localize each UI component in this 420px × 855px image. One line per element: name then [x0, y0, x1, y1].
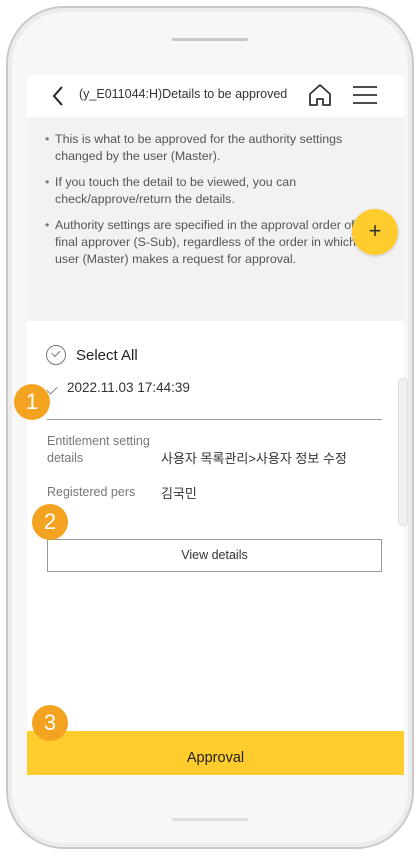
home-icon [309, 84, 331, 106]
entitlement-label: Entitlement setting details [47, 434, 150, 465]
notice-item: This is what to be approved for the auth… [45, 131, 390, 165]
page-title: (y_E011044:H)Details to be approved [79, 87, 288, 101]
add-fab-button[interactable]: + [352, 209, 398, 255]
select-all-label: Select All [76, 346, 138, 364]
scrollbar[interactable] [398, 378, 408, 526]
chevron-left-icon [52, 86, 63, 106]
app-screen: (y_E011044:H)Details to be approved This… [27, 75, 404, 775]
back-button[interactable] [49, 84, 69, 108]
approval-item-row[interactable]: 2022.11.03 17:44:39 [46, 380, 382, 420]
registered-value: 김국민 [161, 486, 197, 501]
notice-item: Authority settings are specified in the … [45, 217, 390, 268]
phone-speaker [172, 38, 248, 41]
app-header: (y_E011044:H)Details to be approved [27, 75, 404, 117]
step-badge-3: 3 [32, 705, 68, 741]
view-details-button[interactable]: View details [47, 539, 382, 572]
approval-button[interactable]: Approval [27, 731, 404, 775]
item-datetime: 2022.11.03 17:44:39 [67, 380, 190, 395]
menu-button[interactable] [353, 85, 377, 105]
step-badge-2: 2 [32, 504, 68, 540]
hamburger-menu-icon [353, 86, 377, 104]
phone-home-indicator [172, 818, 248, 821]
step-badge-1: 1 [14, 384, 50, 420]
notice-item: If you touch the detail to be viewed, yo… [45, 174, 390, 208]
registered-label: Registered pers [47, 485, 136, 499]
notice-panel: This is what to be approved for the auth… [27, 117, 404, 321]
entitlement-value: 사용자 목록관리>사용자 정보 수정 [161, 451, 347, 466]
select-all-toggle[interactable]: Select All [46, 345, 138, 365]
check-circle-icon [46, 345, 66, 365]
home-button[interactable] [307, 82, 333, 108]
